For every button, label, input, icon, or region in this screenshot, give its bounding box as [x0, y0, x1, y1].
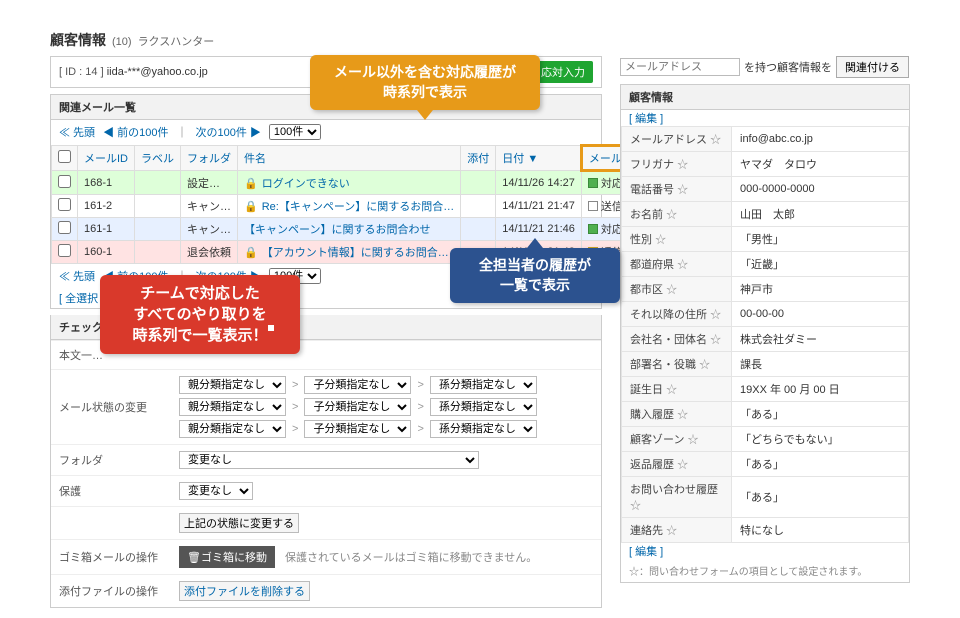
info-key: 顧客ゾーン ☆	[622, 427, 732, 452]
info-value: 「ある」	[732, 477, 909, 518]
cell-attach	[461, 218, 496, 241]
apply-status-button[interactable]: 上記の状態に変更する	[179, 513, 299, 533]
status-icon	[588, 201, 598, 211]
page-title: 顧客情報	[50, 30, 106, 50]
info-value: 特になし	[732, 518, 909, 543]
info-value: info@abc.co.jp	[732, 127, 909, 152]
info-key: 都道府県 ☆	[622, 252, 732, 277]
protect-select[interactable]: 変更なし	[179, 482, 253, 500]
cell-folder: キャン…	[181, 218, 238, 241]
record-id: [ ID : 14 ]	[59, 66, 104, 78]
bulk-ops-panel: チェックしたメールの操作 本文一… メール状態の変更 親分類指定なし > 子分類…	[50, 315, 602, 608]
table-row[interactable]: 161-2 キャン…🔒Re:【キャンペーン】に関するお問合… 14/11/21 21…	[52, 195, 711, 218]
lock-icon: 🔒	[244, 247, 258, 259]
col-id[interactable]: メールID	[78, 146, 135, 171]
info-key: メールアドレス ☆	[622, 127, 732, 152]
info-value: 「ある」	[732, 402, 909, 427]
info-value: ヤマダ タロウ	[732, 152, 909, 177]
callout-orange: メール以外を含む対応履歴が時系列で表示	[310, 55, 540, 110]
info-key: お問い合わせ履歴 ☆	[622, 477, 732, 518]
cell-folder: キャン…	[181, 195, 238, 218]
info-key: 会社名・団体名 ☆	[622, 327, 732, 352]
cell-date: 14/11/26 14:27	[496, 171, 582, 195]
record-email: iida-***@yahoo.co.jp	[107, 66, 208, 78]
cell-id: 160-1	[78, 241, 135, 264]
info-value: 「どちらでもない」	[732, 427, 909, 452]
cell-label	[135, 171, 181, 195]
info-key: 都市区 ☆	[622, 277, 732, 302]
col-label[interactable]: ラベル	[135, 146, 181, 171]
link-button[interactable]: 関連付ける	[836, 56, 909, 78]
info-key: 誕生日 ☆	[622, 377, 732, 402]
edit-link-top[interactable]: [ 編集 ]	[621, 109, 671, 129]
info-key: 連絡先 ☆	[622, 518, 732, 543]
cell-id: 161-1	[78, 218, 135, 241]
col-attach[interactable]: 添付	[461, 146, 496, 171]
info-value: 神戸市	[732, 277, 909, 302]
info-key: 性別 ☆	[622, 227, 732, 252]
info-key: 購入履歴 ☆	[622, 402, 732, 427]
cell-date: 14/11/21 21:47	[496, 195, 582, 218]
table-row[interactable]: 161-1キャン…【キャンペーン】に関するお問合わせ14/11/21 21:46…	[52, 218, 711, 241]
info-key: フリガナ ☆	[622, 152, 732, 177]
info-value: 課長	[732, 352, 909, 377]
lock-icon: 🔒	[244, 201, 258, 213]
info-key: 電話番号 ☆	[622, 177, 732, 202]
cell-id: 161-2	[78, 195, 135, 218]
search-input[interactable]	[620, 58, 740, 76]
info-key: それ以降の住所 ☆	[622, 302, 732, 327]
per-page-select[interactable]: 100件	[269, 124, 321, 140]
info-key: お名前 ☆	[622, 202, 732, 227]
pager-next[interactable]: 次の100件 ▶	[195, 124, 260, 140]
status-icon	[588, 178, 598, 188]
status-icon	[588, 224, 598, 234]
move-to-trash-button[interactable]: 🗑ゴミ箱に移動	[179, 546, 275, 568]
select-all[interactable]: [ 全選択	[59, 293, 98, 305]
col-subject[interactable]: 件名	[238, 146, 461, 171]
col-check[interactable]	[52, 146, 78, 171]
mail-table: メールID ラベル フォルダ 件名 添付 日付 ▼ メール状態 担当者 168-…	[51, 144, 712, 264]
edit-link-bottom[interactable]: [ 編集 ]	[621, 542, 671, 562]
page-header: 顧客情報 (10) ラクスハンター	[50, 30, 910, 50]
info-key: 部署名・役職 ☆	[622, 352, 732, 377]
cell-label	[135, 195, 181, 218]
info-value: 00-00-00	[732, 302, 909, 327]
cell-id: 168-1	[78, 171, 135, 195]
cell-attach	[461, 171, 496, 195]
cell-subject[interactable]: 🔒【アカウント情報】に関するお問合…	[238, 241, 461, 264]
info-value: 山田 太郎	[732, 202, 909, 227]
cell-folder: 設定…	[181, 171, 238, 195]
cell-attach	[461, 195, 496, 218]
info-value: 19XX 年 00 月 00 日	[732, 377, 909, 402]
info-value: 株式会社ダミー	[732, 327, 909, 352]
cell-subject[interactable]: 🔒ログインできない	[238, 171, 461, 195]
info-value: 「近畿」	[732, 252, 909, 277]
info-value: 「男性」	[732, 227, 909, 252]
cell-label	[135, 218, 181, 241]
folder-select[interactable]: 変更なし	[179, 451, 479, 469]
info-value: 000-0000-0000	[732, 177, 909, 202]
info-value: 「ある」	[732, 452, 909, 477]
cell-label	[135, 241, 181, 264]
response-entry-button[interactable]: 応対入力	[533, 61, 593, 83]
cell-subject[interactable]: 🔒Re:【キャンペーン】に関するお問合…	[238, 195, 461, 218]
customer-info-panel: 顧客情報 [ 編集 ] メールアドレス ☆info@abc.co.jpフリガナ …	[620, 84, 910, 583]
link-customer-search: を持つ顧客情報を 関連付ける	[620, 56, 910, 78]
lock-icon: 🔒	[244, 178, 258, 190]
info-key: 返品履歴 ☆	[622, 452, 732, 477]
cell-subject[interactable]: 【キャンペーン】に関するお問合わせ	[238, 218, 461, 241]
pager-top: ≪ 先頭 ◀ 前の100件 ｜ 次の100件 ▶ 100件	[51, 120, 601, 144]
callout-blue: 全担当者の履歴が一覧で表示	[450, 248, 620, 303]
pager-prev[interactable]: ◀ 前の100件	[103, 124, 168, 140]
cell-folder: 退会依頼	[181, 241, 238, 264]
callout-red: チームで対応したすべてのやり取りを時系列で一覧表示！	[100, 275, 300, 354]
col-date[interactable]: 日付 ▼	[496, 146, 582, 171]
table-row[interactable]: 168-1設定…🔒ログインできない14/11/26 14:27対応完了菊池	[52, 171, 711, 195]
pager-first[interactable]: ≪ 先頭	[59, 124, 95, 140]
col-folder[interactable]: フォルダ	[181, 146, 238, 171]
delete-attachments-button[interactable]: 添付ファイルを削除する	[179, 581, 310, 601]
